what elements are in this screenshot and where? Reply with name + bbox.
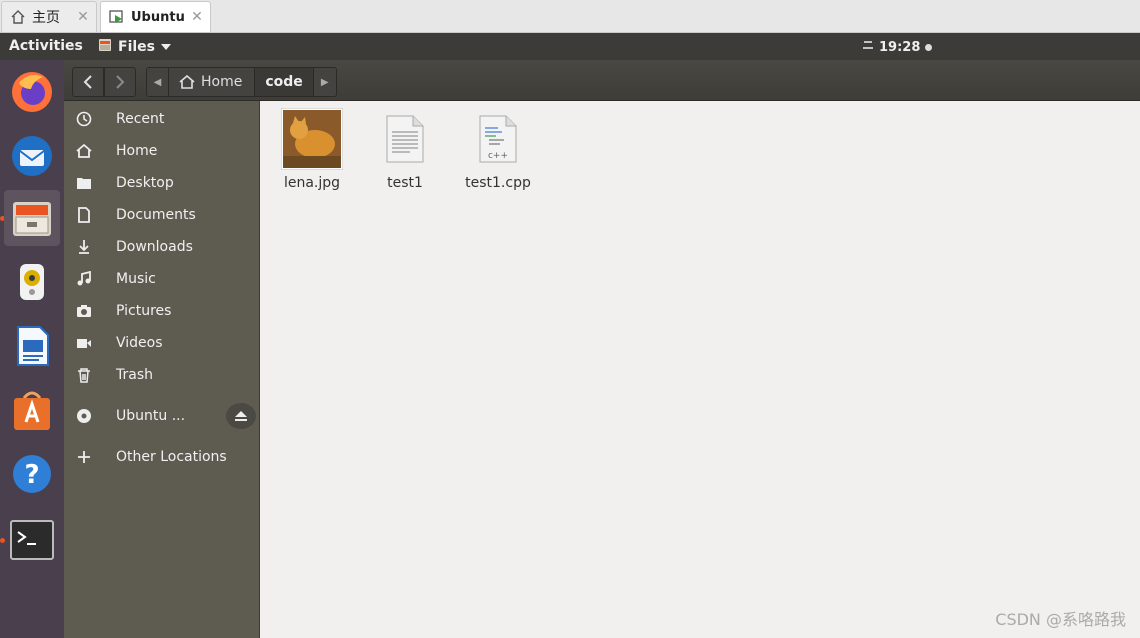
desktop-folder-icon bbox=[64, 175, 104, 191]
host-tab-label: Ubuntu bbox=[131, 9, 185, 25]
sidebar-item-label: Trash bbox=[116, 367, 153, 383]
path-home-button[interactable]: Home bbox=[169, 68, 256, 96]
image-thumbnail-icon bbox=[280, 107, 344, 171]
disc-icon bbox=[64, 408, 104, 424]
thunderbird-icon[interactable] bbox=[4, 128, 60, 184]
text-file-icon bbox=[373, 107, 437, 171]
header-bar: ◀ Home code ▶ bbox=[64, 60, 1140, 101]
music-icon bbox=[64, 271, 104, 287]
svg-text:?: ? bbox=[24, 460, 39, 490]
files-app-icon bbox=[98, 38, 112, 56]
sidebar-item-label: Downloads bbox=[116, 239, 193, 255]
sidebar-item-ubuntu-volume[interactable]: Ubuntu ... bbox=[64, 401, 260, 431]
sidebar-item-label: Other Locations bbox=[116, 449, 227, 465]
libreoffice-writer-icon[interactable] bbox=[4, 318, 60, 374]
close-icon[interactable]: ✕ bbox=[74, 9, 92, 25]
file-view[interactable]: lena.jpg test1 c++ test1.cpp CSDN @系咯路我 bbox=[261, 101, 1140, 638]
ubuntu-software-icon[interactable] bbox=[4, 382, 60, 438]
sidebar-item-desktop[interactable]: Desktop bbox=[64, 168, 260, 198]
activities-button[interactable]: Activities bbox=[9, 38, 83, 54]
sidebar-item-label: Documents bbox=[116, 207, 196, 223]
rhythmbox-icon[interactable] bbox=[4, 254, 60, 310]
sidebar-item-label: Videos bbox=[116, 335, 163, 351]
sidebar-item-label: Desktop bbox=[116, 175, 174, 191]
home-icon bbox=[179, 75, 195, 89]
file-item-test1-cpp[interactable]: c++ test1.cpp bbox=[453, 107, 543, 191]
camera-icon bbox=[64, 303, 104, 319]
file-item-lena-jpg[interactable]: lena.jpg bbox=[267, 107, 357, 191]
app-menu-label: Files bbox=[118, 39, 155, 55]
path-home-label: Home bbox=[201, 74, 243, 90]
file-name: test1 bbox=[387, 175, 423, 191]
terminal-icon[interactable] bbox=[4, 512, 60, 568]
sidebar-item-downloads[interactable]: Downloads bbox=[64, 232, 260, 262]
input-method-icon bbox=[862, 39, 874, 55]
watermark: CSDN @系咯路我 bbox=[995, 610, 1126, 629]
sidebar-item-other-locations[interactable]: Other Locations bbox=[64, 442, 260, 472]
forward-button[interactable] bbox=[104, 67, 136, 97]
host-tab-home[interactable]: 主页 ✕ bbox=[1, 1, 97, 32]
home-icon bbox=[10, 9, 26, 25]
file-name: test1.cpp bbox=[465, 175, 531, 191]
sidebar: Recent Home Desktop Documents Downloads … bbox=[64, 101, 260, 638]
back-button[interactable] bbox=[72, 67, 104, 97]
host-tab-ubuntu[interactable]: Ubuntu ✕ bbox=[100, 1, 211, 32]
recent-icon bbox=[64, 111, 104, 127]
vm-icon bbox=[109, 9, 125, 25]
files-icon[interactable] bbox=[4, 190, 60, 246]
sidebar-item-documents[interactable]: Documents bbox=[64, 200, 260, 230]
svg-text:c++: c++ bbox=[488, 151, 508, 161]
path-bar: ◀ Home code ▶ bbox=[146, 67, 337, 97]
eject-button[interactable] bbox=[226, 403, 256, 429]
sidebar-item-label: Recent bbox=[116, 111, 165, 127]
sidebar-item-trash[interactable]: Trash bbox=[64, 360, 260, 390]
clock-time: 19:28 bbox=[879, 39, 921, 55]
file-item-test1[interactable]: test1 bbox=[360, 107, 450, 191]
top-bar: Activities Files 19:28 bbox=[0, 33, 1140, 60]
plus-icon bbox=[64, 450, 104, 464]
firefox-icon[interactable] bbox=[4, 64, 60, 120]
close-icon[interactable]: ✕ bbox=[188, 9, 206, 25]
path-scroll-right-button[interactable]: ▶ bbox=[313, 68, 336, 96]
sidebar-item-home[interactable]: Home bbox=[64, 136, 260, 166]
download-icon bbox=[64, 239, 104, 255]
path-current-button[interactable]: code bbox=[255, 68, 314, 96]
host-tab-strip: 主页 ✕ Ubuntu ✕ bbox=[0, 0, 1140, 33]
app-menu[interactable]: Files bbox=[98, 38, 171, 56]
sidebar-item-music[interactable]: Music bbox=[64, 264, 260, 294]
sidebar-item-label: Home bbox=[116, 143, 158, 159]
chevron-left-icon bbox=[83, 75, 92, 89]
home-icon bbox=[64, 143, 104, 159]
trash-icon bbox=[64, 367, 104, 383]
help-icon[interactable]: ? bbox=[4, 446, 60, 502]
chevron-right-icon bbox=[116, 75, 125, 89]
sidebar-item-label: Pictures bbox=[116, 303, 172, 319]
file-name: lena.jpg bbox=[283, 175, 341, 191]
sidebar-item-videos[interactable]: Videos bbox=[64, 328, 260, 358]
cpp-file-icon: c++ bbox=[466, 107, 530, 171]
clock-menu[interactable]: 19:28 bbox=[862, 39, 933, 55]
video-icon bbox=[64, 335, 104, 351]
host-tab-label: 主页 bbox=[32, 10, 60, 26]
sidebar-item-recent[interactable]: Recent bbox=[64, 104, 260, 134]
eject-icon bbox=[235, 411, 247, 421]
path-scroll-left-button[interactable]: ◀ bbox=[147, 68, 169, 96]
sidebar-item-label: Music bbox=[116, 271, 156, 287]
dock: ? bbox=[0, 60, 64, 638]
sidebar-item-pictures[interactable]: Pictures bbox=[64, 296, 260, 326]
chevron-down-icon bbox=[161, 39, 171, 55]
notification-dot-icon bbox=[925, 43, 933, 51]
document-icon bbox=[64, 207, 104, 223]
